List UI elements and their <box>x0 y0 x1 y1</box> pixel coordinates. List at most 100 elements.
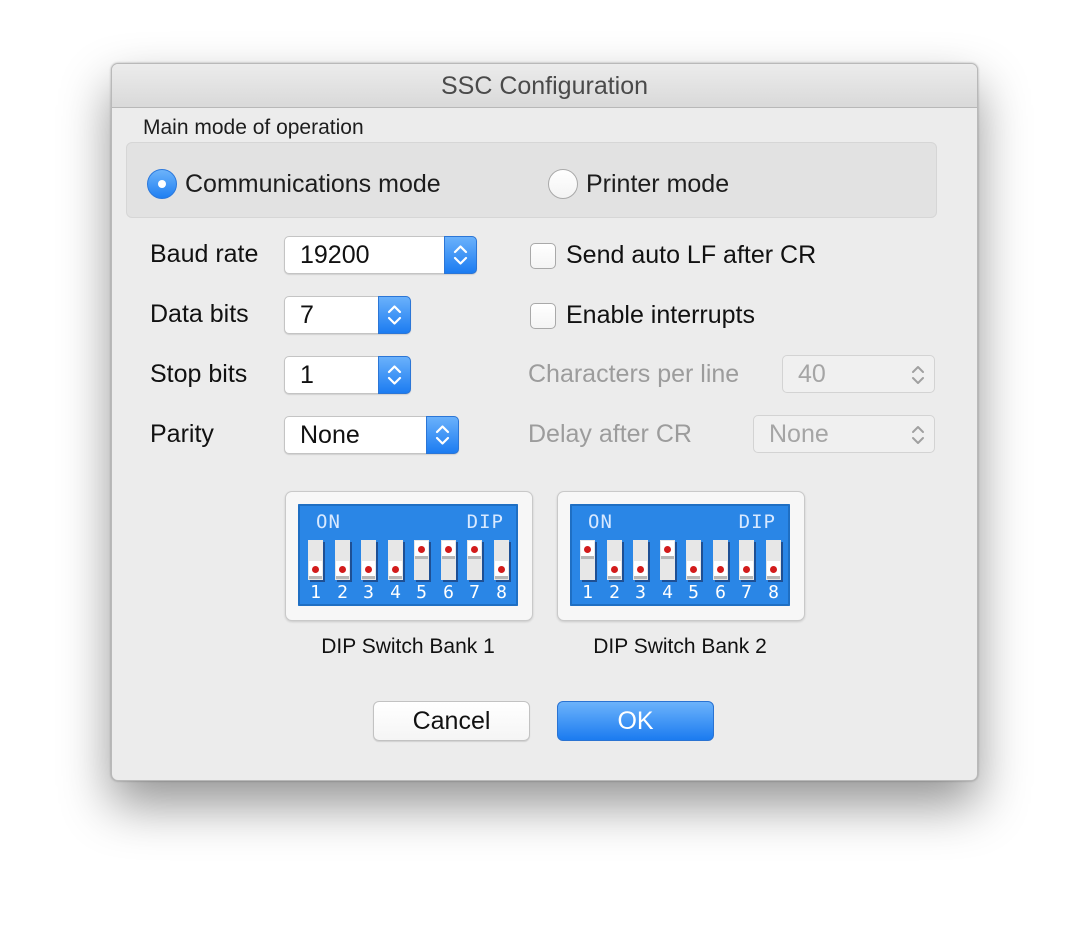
dip-switch-4 <box>660 540 675 580</box>
parity-popup[interactable]: None <box>284 416 459 454</box>
up-down-chevron-icon <box>912 366 924 384</box>
dip-switch-number: 3 <box>363 582 374 603</box>
delay-after-cr-value: None <box>769 420 829 448</box>
dip-switch-bank-1-caption: DIP Switch Bank 1 <box>321 635 495 658</box>
characters-per-line-label: Characters per line <box>528 360 740 388</box>
dip-indicator-dot-icon <box>637 566 644 573</box>
dip-label: DIP <box>738 511 776 533</box>
stop-bits-value: 1 <box>300 361 314 389</box>
checkbox-label: Send auto LF after CR <box>566 241 817 269</box>
mode-group-box: Communications mode Printer mode <box>126 142 937 218</box>
dip-switch-8 <box>494 540 509 580</box>
dip-indicator-dot-icon <box>471 546 478 553</box>
dip-switch-2 <box>335 540 350 580</box>
dip-switch-3 <box>633 540 648 580</box>
delay-after-cr-popup[interactable]: None <box>753 415 935 453</box>
up-down-chevron-icon <box>912 426 924 444</box>
data-bits-value: 7 <box>300 301 314 329</box>
dip-switch-1 <box>308 540 323 580</box>
baud-rate-value: 19200 <box>300 241 370 269</box>
stop-bits-label: Stop bits <box>150 360 248 388</box>
dip-indicator-dot-icon <box>365 566 372 573</box>
dip-switch-number: 4 <box>390 582 401 603</box>
dip-indicator-dot-icon <box>717 566 724 573</box>
dip-indicator-dot-icon <box>770 566 777 573</box>
dip-switch-number: 1 <box>310 582 321 603</box>
dip-switch-number: 2 <box>609 582 620 603</box>
dip-on-label: ON <box>588 511 613 533</box>
mode-group-label: Main mode of operation <box>143 116 364 139</box>
dip-switch-bank-2-caption: DIP Switch Bank 2 <box>593 635 767 658</box>
dip-switch-bank-2-image: ON DIP 12345678 <box>570 504 790 606</box>
radio-selected-icon <box>147 169 177 199</box>
ssc-configuration-dialog: SSC Configuration Main mode of operation… <box>111 63 978 781</box>
up-down-chevron-icon <box>378 296 411 334</box>
dip-switch-7 <box>467 540 482 580</box>
dip-switch-6 <box>441 540 456 580</box>
dip-switch-8 <box>766 540 781 580</box>
dip-indicator-dot-icon <box>445 546 452 553</box>
dip-switch-number: 5 <box>416 582 427 603</box>
radio-label: Printer mode <box>586 169 730 198</box>
dip-switch-5 <box>414 540 429 580</box>
dip-switch-number: 4 <box>662 582 673 603</box>
stop-bits-popup[interactable]: 1 <box>284 356 411 394</box>
dip-switch-bank-1-image: ON DIP 12345678 <box>298 504 518 606</box>
dip-switch-number: 7 <box>741 582 752 603</box>
checkbox-unchecked-icon <box>530 302 556 329</box>
dip-switch-number: 2 <box>337 582 348 603</box>
dip-label: DIP <box>466 511 504 533</box>
data-bits-label: Data bits <box>150 300 249 328</box>
delay-after-cr-label: Delay after CR <box>528 420 692 448</box>
dip-indicator-dot-icon <box>743 566 750 573</box>
dip-switch-2 <box>607 540 622 580</box>
dip-switch-number: 8 <box>496 582 507 603</box>
dip-switch-7 <box>739 540 754 580</box>
radio-unselected-icon <box>548 169 578 199</box>
dip-indicator-dot-icon <box>392 566 399 573</box>
enable-interrupts-checkbox[interactable]: Enable interrupts <box>530 301 755 330</box>
dip-switch-number: 7 <box>469 582 480 603</box>
ok-button[interactable]: OK <box>557 701 714 741</box>
dip-switch-number: 6 <box>443 582 454 603</box>
dip-on-label: ON <box>316 511 341 533</box>
up-down-chevron-icon <box>426 416 459 454</box>
dip-indicator-dot-icon <box>690 566 697 573</box>
dip-switch-bank-2-button[interactable]: ON DIP 12345678 <box>557 491 805 621</box>
dip-switch-number: 1 <box>582 582 593 603</box>
dip-indicator-dot-icon <box>418 546 425 553</box>
radio-label: Communications mode <box>185 169 441 198</box>
window-title: SSC Configuration <box>112 64 977 108</box>
up-down-chevron-icon <box>378 356 411 394</box>
checkbox-unchecked-icon <box>530 242 556 269</box>
data-bits-popup[interactable]: 7 <box>284 296 411 334</box>
send-auto-lf-checkbox[interactable]: Send auto LF after CR <box>530 241 816 270</box>
checkbox-label: Enable interrupts <box>566 301 756 329</box>
dip-indicator-dot-icon <box>339 566 346 573</box>
parity-value: None <box>300 421 360 449</box>
dip-indicator-dot-icon <box>611 566 618 573</box>
parity-label: Parity <box>150 420 214 448</box>
dip-switch-number: 6 <box>715 582 726 603</box>
dip-switch-6 <box>713 540 728 580</box>
dip-switch-4 <box>388 540 403 580</box>
characters-per-line-value: 40 <box>798 360 826 388</box>
baud-rate-popup[interactable]: 19200 <box>284 236 477 274</box>
printer-mode-radio[interactable]: Printer mode <box>548 169 729 199</box>
dip-switch-5 <box>686 540 701 580</box>
dip-switch-bank-1-button[interactable]: ON DIP 12345678 <box>285 491 533 621</box>
dip-switch-number: 8 <box>768 582 779 603</box>
dip-indicator-dot-icon <box>664 546 671 553</box>
dip-switch-1 <box>580 540 595 580</box>
cancel-button[interactable]: Cancel <box>373 701 530 741</box>
dip-switch-number: 3 <box>635 582 646 603</box>
communications-mode-radio[interactable]: Communications mode <box>147 169 441 199</box>
dip-indicator-dot-icon <box>498 566 505 573</box>
dip-switch-number: 5 <box>688 582 699 603</box>
dip-indicator-dot-icon <box>312 566 319 573</box>
baud-rate-label: Baud rate <box>150 240 259 268</box>
up-down-chevron-icon <box>444 236 477 274</box>
characters-per-line-popup[interactable]: 40 <box>782 355 935 393</box>
dip-switch-3 <box>361 540 376 580</box>
dip-indicator-dot-icon <box>584 546 591 553</box>
